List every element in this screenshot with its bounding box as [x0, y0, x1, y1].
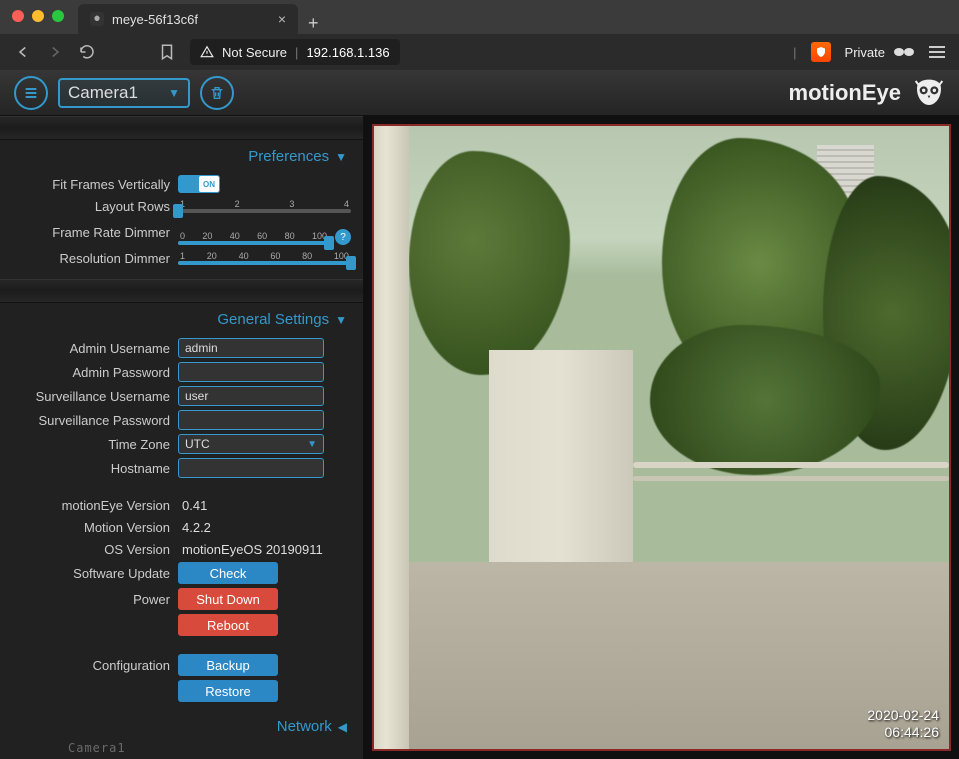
chevron-left-icon: ◀ [338, 720, 347, 734]
favicon-icon [90, 12, 104, 26]
back-button[interactable] [14, 43, 32, 61]
reload-button[interactable] [78, 43, 96, 61]
menu-button[interactable] [929, 46, 945, 58]
frame-rate-label: Frame Rate Dimmer [12, 225, 170, 240]
private-indicator: Private [845, 45, 915, 60]
chevron-down-icon: ▼ [335, 150, 347, 164]
toggle-knob: ON [199, 176, 219, 192]
overlay-time: 06:44:26 [867, 724, 939, 741]
section-title: General Settings [217, 311, 329, 328]
admin-pass-input[interactable] [178, 362, 324, 382]
section-preferences-header[interactable]: Preferences ▼ [0, 140, 363, 173]
minimize-window-button[interactable] [32, 10, 44, 22]
help-icon[interactable]: ? [335, 229, 351, 245]
hostname-input[interactable] [178, 458, 324, 478]
resolution-slider[interactable]: 120406080100 [178, 251, 351, 265]
hostname-label: Hostname [12, 461, 170, 476]
tab-title: meye-56f13c6f [112, 12, 270, 27]
power-label: Power [12, 592, 170, 607]
browser-tab[interactable]: meye-56f13c6f × [78, 4, 298, 34]
tz-label: Time Zone [12, 437, 170, 452]
surv-user-input[interactable] [178, 386, 324, 406]
frame-rate-slider[interactable]: 020406080100 [178, 231, 329, 245]
tz-value: UTC [185, 437, 210, 451]
close-tab-icon[interactable]: × [278, 11, 286, 27]
chevron-down-icon: ▼ [335, 313, 347, 327]
motioneye-ver-label: motionEye Version [12, 498, 170, 513]
chevron-down-icon: ▼ [307, 439, 317, 450]
os-ver-label: OS Version [12, 542, 170, 557]
forward-button[interactable] [46, 43, 64, 61]
app-header: Camera1 ▼ motionEye [0, 70, 959, 116]
timestamp-overlay: 2020-02-24 06:44:26 [867, 707, 939, 741]
delete-camera-button[interactable] [200, 76, 234, 110]
shutdown-button[interactable]: Shut Down [178, 588, 278, 610]
camera-select[interactable]: Camera1 ▼ [58, 78, 190, 108]
main-area: Preferences ▼ Fit Frames Vertically ON L… [0, 116, 959, 759]
warning-icon [200, 45, 214, 59]
camera-select-label: Camera1 [68, 83, 138, 103]
browser-chrome: meye-56f13c6f × + Not Secure | 192.168.1… [0, 0, 959, 70]
motion-ver: 4.2.2 [178, 520, 351, 535]
fit-frames-label: Fit Frames Vertically [12, 177, 170, 192]
maximize-window-button[interactable] [52, 10, 64, 22]
admin-user-label: Admin Username [12, 341, 170, 356]
section-network-header[interactable]: Network ◀ [0, 710, 363, 743]
surv-pass-input[interactable] [178, 410, 324, 430]
section-general-header[interactable]: General Settings ▼ [0, 303, 363, 336]
window-controls [12, 10, 64, 22]
shield-icon[interactable] [811, 42, 831, 62]
motioneye-ver: 0.41 [178, 498, 351, 513]
tab-bar: meye-56f13c6f × + [0, 0, 959, 34]
check-button[interactable]: Check [178, 562, 278, 584]
tz-select[interactable]: UTC ▼ [178, 434, 324, 454]
reboot-button[interactable]: Reboot [178, 614, 278, 636]
sidebar[interactable]: Preferences ▼ Fit Frames Vertically ON L… [0, 116, 364, 759]
config-label: Configuration [12, 658, 170, 673]
brand-text: motionEye [789, 80, 901, 106]
close-window-button[interactable] [12, 10, 24, 22]
admin-user-input[interactable] [178, 338, 324, 358]
backup-button[interactable]: Backup [178, 654, 278, 676]
surv-user-label: Surveillance Username [12, 389, 170, 404]
preview-pane: 2020-02-24 06:44:26 [364, 116, 959, 759]
camera-watermark: Camera1 [68, 741, 126, 755]
restore-button[interactable]: Restore [178, 680, 278, 702]
surv-pass-label: Surveillance Password [12, 413, 170, 428]
bookmark-icon[interactable] [158, 43, 176, 61]
url-field[interactable]: Not Secure | 192.168.1.136 [190, 39, 400, 65]
overlay-date: 2020-02-24 [867, 707, 939, 724]
section-title: Network [277, 718, 332, 735]
brand: motionEye [789, 77, 945, 109]
motion-ver-label: Motion Version [12, 520, 170, 535]
private-label: Private [845, 45, 885, 60]
software-update-label: Software Update [12, 566, 170, 581]
url-bar: Not Secure | 192.168.1.136 | Private [0, 34, 959, 70]
not-secure-label: Not Secure [222, 45, 287, 60]
resolution-label: Resolution Dimmer [12, 251, 170, 266]
admin-pass-label: Admin Password [12, 365, 170, 380]
owl-icon [913, 77, 945, 109]
camera-feed[interactable]: 2020-02-24 06:44:26 [372, 124, 951, 751]
settings-menu-button[interactable] [14, 76, 48, 110]
new-tab-button[interactable]: + [298, 13, 329, 34]
section-title: Preferences [248, 148, 329, 165]
layout-rows-label: Layout Rows [12, 199, 170, 214]
url-text: 192.168.1.136 [306, 45, 389, 60]
chevron-down-icon: ▼ [168, 86, 180, 100]
fit-frames-toggle[interactable]: ON [178, 175, 220, 193]
os-ver: motionEyeOS 20190911 [178, 542, 351, 557]
glasses-icon [893, 45, 915, 59]
layout-rows-slider[interactable]: 1234 [178, 199, 351, 213]
